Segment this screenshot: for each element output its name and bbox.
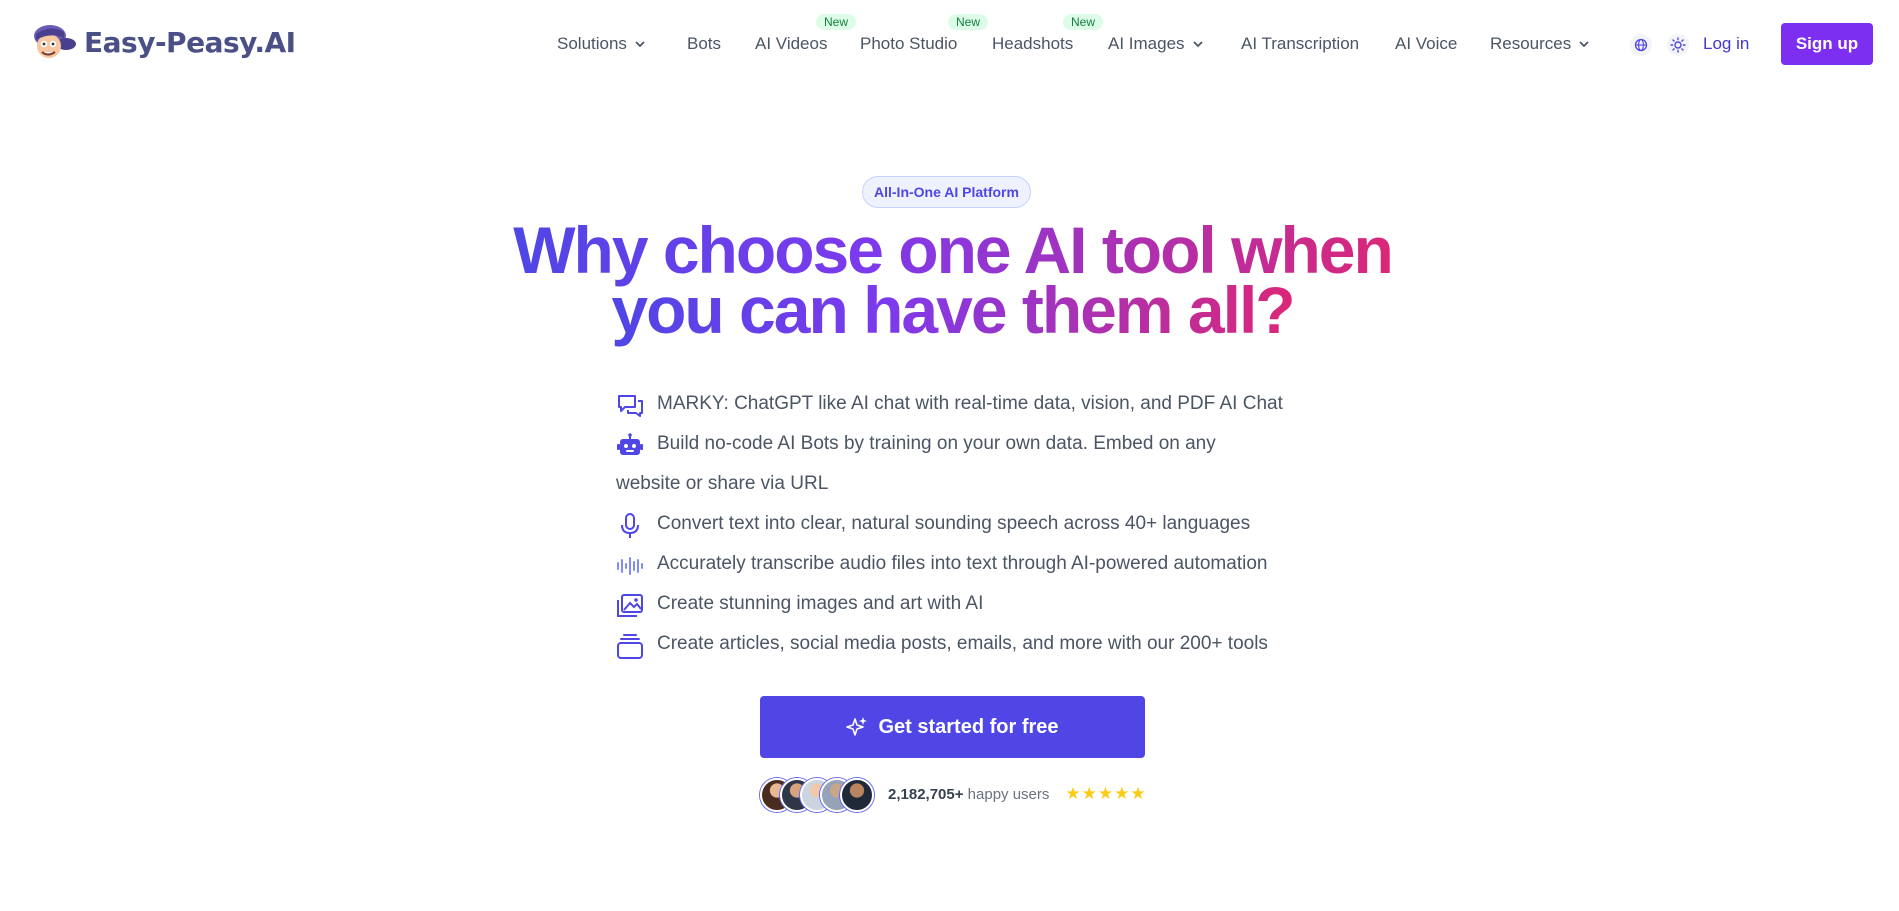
chevron-down-icon (1192, 41, 1203, 48)
signup-button[interactable]: Sign up (1781, 23, 1873, 65)
nav-item-ai-transcription[interactable]: AI Transcription (1241, 34, 1359, 54)
new-badge: New (1063, 14, 1104, 30)
nav-label: Headshots (992, 34, 1074, 53)
stack-icon (617, 634, 643, 659)
nav-item-ai-images[interactable]: AI Images (1108, 34, 1205, 54)
nav-label: AI Images (1108, 34, 1185, 53)
sparkles-icon (846, 717, 868, 736)
users-count: 2,182,705+ (888, 785, 964, 803)
feature-text: Create articles, social media posts, ema… (657, 633, 1268, 654)
headline-line-2: you can have them all? (611, 273, 1295, 347)
users-label: happy users (967, 785, 1050, 803)
nav-label: Bots (687, 34, 722, 53)
microphone-icon (621, 513, 639, 538)
nav-item-ai-voice[interactable]: AI Voice (1395, 34, 1457, 54)
hero-headline: Why choose one AI tool when you can have… (0, 217, 1899, 343)
site-header: Easy-Peasy.AI Solutions Bots AI Videos N… (0, 0, 1899, 88)
language-button[interactable] (1630, 34, 1652, 56)
nav-label: Resources (1490, 34, 1572, 53)
nav-item-resources[interactable]: Resources (1490, 34, 1591, 54)
brand-logo[interactable]: Easy-Peasy.AI (30, 22, 296, 62)
social-proof: 2,182,705+ happy users ★★★★★ (760, 778, 1147, 812)
happy-users-text: 2,182,705+ happy users (888, 786, 1049, 803)
nav-label: Photo Studio (860, 34, 958, 53)
star-icon: ★ (1081, 784, 1098, 803)
nav-item-photo-studio[interactable]: Photo Studio New (860, 14, 989, 54)
nav-item-solutions[interactable]: Solutions (557, 34, 647, 54)
user-avatars (760, 778, 874, 812)
mascot-logo-icon (34, 25, 76, 58)
new-badge: New (816, 14, 857, 30)
avatar (840, 778, 874, 812)
chat-icon (618, 395, 643, 417)
feature-text: MARKY: ChatGPT like AI chat with real-ti… (657, 393, 1283, 414)
feature-item-continued: website or share via URL (616, 464, 828, 504)
star-icon: ★ (1130, 784, 1147, 803)
nav-item-bots[interactable]: Bots (687, 34, 721, 54)
cta-label: Get started for free (878, 715, 1059, 738)
feature-text-continued: website or share via URL (616, 473, 829, 494)
chevron-down-icon (1579, 41, 1589, 48)
waveform-icon (617, 557, 643, 575)
robot-icon (617, 433, 643, 455)
feature-text: Build no-code AI Bots by training on you… (657, 433, 1216, 454)
chevron-down-icon (635, 41, 645, 48)
nav-label: AI Transcription (1241, 34, 1360, 53)
sun-icon (1670, 37, 1686, 53)
nav-label: AI Videos (755, 34, 828, 53)
star-icon: ★ (1114, 784, 1131, 803)
feature-text: Accurately transcribe audio files into t… (657, 553, 1268, 574)
feature-text: Create stunning images and art with AI (657, 593, 984, 614)
nav-item-ai-videos[interactable]: AI Videos New (755, 14, 857, 54)
login-link[interactable]: Log in (1703, 34, 1749, 54)
globe-icon (1634, 38, 1648, 52)
theme-toggle-button[interactable] (1667, 34, 1689, 56)
platform-pill: All-In-One AI Platform (862, 176, 1031, 208)
star-icon: ★ (1065, 784, 1082, 803)
star-icon: ★ (1097, 784, 1115, 803)
images-icon (617, 594, 643, 617)
new-badge: New (948, 14, 989, 30)
nav-label: Solutions (557, 34, 627, 53)
get-started-button[interactable]: Get started for free (760, 696, 1145, 758)
nav-label: AI Voice (1395, 34, 1458, 53)
brand-name: Easy-Peasy.AI (84, 25, 296, 59)
feature-text: Convert text into clear, natural soundin… (657, 513, 1251, 534)
rating-stars: ★★★★★ (1065, 784, 1146, 804)
nav-item-headshots[interactable]: Headshots New (992, 14, 1104, 54)
